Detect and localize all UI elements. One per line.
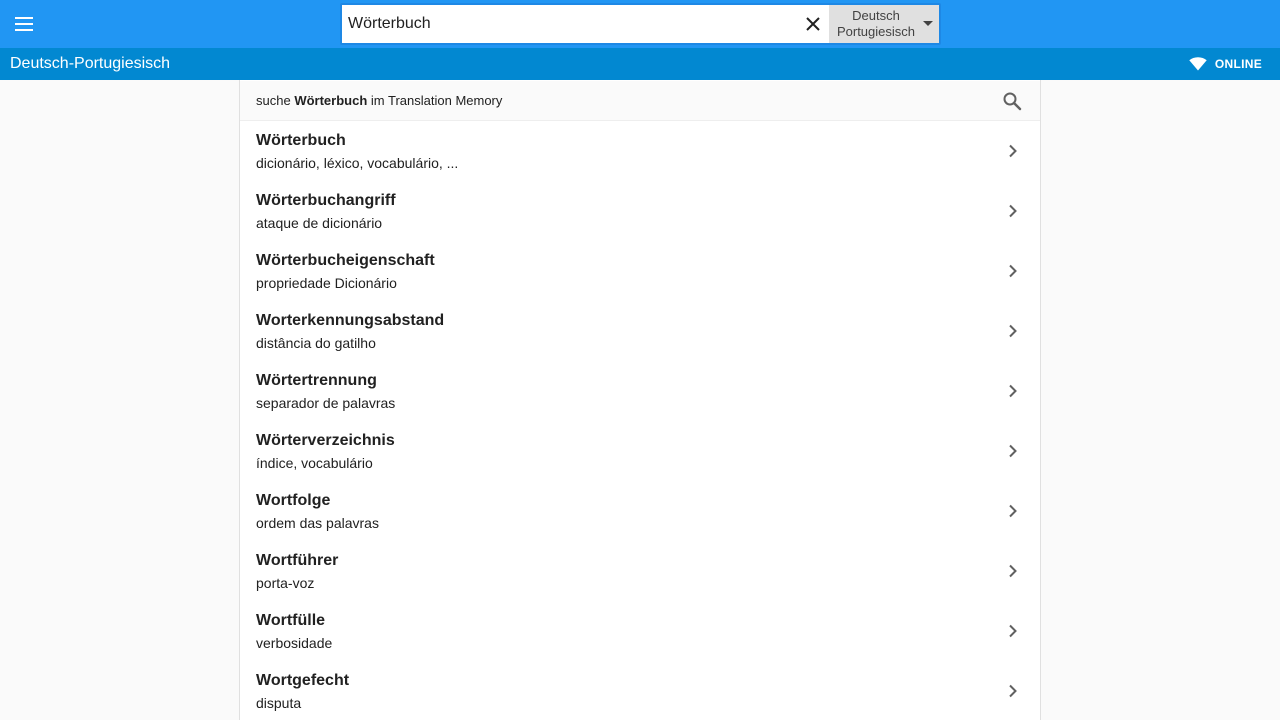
result-translation: disputa: [256, 694, 302, 711]
chevron-right-icon: [1009, 204, 1017, 218]
translation-memory-search[interactable]: suche Wörterbuch im Translation Memory: [240, 81, 1040, 121]
tm-suffix: im Translation Memory: [370, 93, 503, 108]
top-app-bar: Deutsch Portugiesisch: [0, 0, 1280, 48]
dictionary-title: Deutsch-Portugiesisch: [10, 55, 171, 72]
chevron-right-icon: [1009, 684, 1017, 698]
result-translation: porta-voz: [256, 574, 315, 591]
chevron-right-icon: [1009, 324, 1017, 338]
menu-button[interactable]: [0, 0, 48, 48]
result-item[interactable]: Wörterbuchangriff ataque de dicionário: [240, 181, 1040, 241]
result-translation: distância do gatilho: [256, 334, 376, 351]
result-term: Wortfülle: [256, 611, 326, 629]
result-item[interactable]: Wörtertrennung separador de palavras: [240, 361, 1040, 421]
translation-memory-label: suche Wörterbuch im Translation Memory: [256, 93, 502, 108]
tm-term: Wörterbuch: [294, 93, 368, 108]
result-term: Wörterverzeichnis: [256, 431, 395, 449]
result-term: Wörtertrennung: [256, 371, 377, 389]
result-translation: ataque de dicionário: [256, 214, 383, 231]
result-translation: ordem das palavras: [256, 514, 379, 531]
chevron-right-icon: [1009, 444, 1017, 458]
result-term: Wortführer: [256, 551, 339, 569]
menu-icon: [15, 17, 33, 31]
search-input[interactable]: [342, 5, 797, 43]
results-panel: suche Wörterbuch im Translation Memory W…: [239, 80, 1041, 720]
chevron-right-icon: [1009, 384, 1017, 398]
connection-status: ONLINE: [1189, 57, 1262, 71]
tm-prefix: suche: [256, 93, 291, 108]
result-item[interactable]: Wortfolge ordem das palavras: [240, 481, 1040, 541]
sub-header: Deutsch-Portugiesisch ONLINE: [0, 48, 1280, 80]
result-item[interactable]: Worterkennungsabstand distância do gatilh…: [240, 301, 1040, 361]
source-language: Deutsch: [852, 8, 900, 23]
connection-status-label: ONLINE: [1214, 57, 1262, 71]
result-item[interactable]: Wörterbucheigenschaft propriedade Dicioná…: [240, 241, 1040, 301]
result-item[interactable]: Wörterverzeichnis índice, vocabulário: [240, 421, 1040, 481]
search-box: Deutsch Portugiesisch: [340, 3, 941, 45]
result-translation: propriedade Dicionário: [256, 274, 397, 291]
chevron-right-icon: [1009, 624, 1017, 638]
wifi-icon: [1189, 57, 1207, 71]
result-term: Worterkennungsabstand: [256, 311, 445, 329]
close-icon: [806, 17, 820, 31]
result-term: Wörterbuchangriff: [256, 191, 396, 209]
result-item[interactable]: Wortgefecht disputa: [240, 661, 1040, 720]
search-icon[interactable]: [1002, 91, 1022, 111]
clear-search-button[interactable]: [797, 5, 829, 43]
result-term: Wortgefecht: [256, 671, 350, 689]
chevron-right-icon: [1009, 264, 1017, 278]
result-item[interactable]: Wortführer porta-voz: [240, 541, 1040, 601]
language-pair-select[interactable]: Deutsch Portugiesisch: [829, 5, 939, 43]
language-pair-label: Deutsch Portugiesisch: [835, 8, 917, 40]
result-item[interactable]: Wortfülle verbosidade: [240, 601, 1040, 661]
result-term: Wörterbucheigenschaft: [256, 251, 435, 269]
chevron-right-icon: [1009, 504, 1017, 518]
result-item[interactable]: Wörterbuch dicionário, léxico, vocabulári…: [240, 121, 1040, 181]
result-list: Wörterbuch dicionário, léxico, vocabulári…: [240, 121, 1040, 720]
target-language: Portugiesisch: [836, 24, 916, 39]
result-translation: verbosidade: [256, 634, 333, 651]
chevron-right-icon: [1009, 564, 1017, 578]
result-term: Wortfolge: [256, 491, 331, 509]
result-translation: separador de palavras: [256, 394, 396, 411]
caret-down-icon: [917, 21, 939, 27]
result-translation: índice, vocabulário: [256, 454, 373, 471]
chevron-right-icon: [1009, 144, 1017, 158]
result-term: Wörterbuch: [256, 131, 346, 149]
result-translation: dicionário, léxico, vocabulário, ...: [256, 154, 459, 171]
